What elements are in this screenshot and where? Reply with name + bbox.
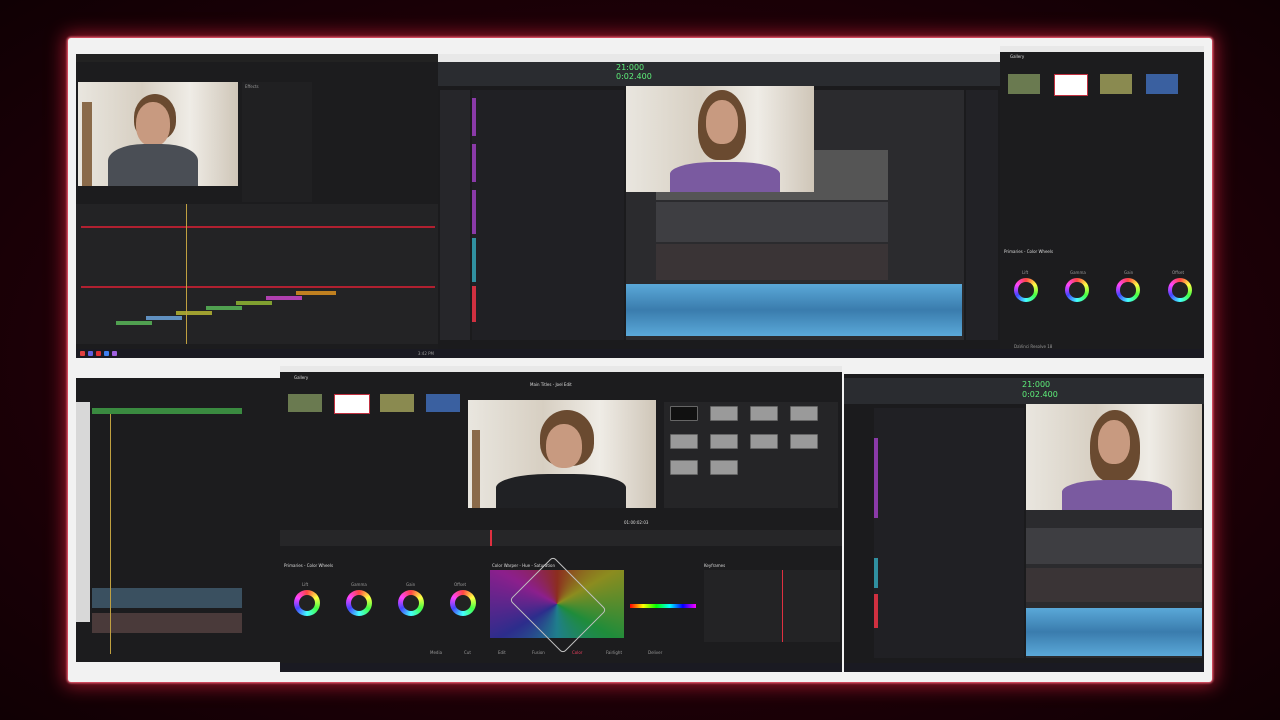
wheel-label-gamma: Gamma xyxy=(351,582,367,587)
offset-wheel[interactable] xyxy=(1168,278,1192,302)
viewer-timecode: 01:00:02:03 xyxy=(624,520,649,525)
gallery-stills xyxy=(288,394,468,414)
offset-wheel[interactable] xyxy=(450,590,476,616)
wheel-label-lift: Lift xyxy=(302,582,309,587)
taskbar xyxy=(280,663,842,672)
mixer-area xyxy=(472,90,624,340)
page-tab-deliver[interactable]: Deliver xyxy=(648,650,662,655)
effects-panel: Effects xyxy=(242,82,312,202)
hue-spectrum[interactable] xyxy=(630,604,696,608)
menu-bar xyxy=(438,54,1000,62)
bottom-left-screen xyxy=(76,378,280,662)
page-tabs: Media Cut Edit Fusion Color Fairlight De… xyxy=(430,650,730,658)
keyframes-title: Keyframes xyxy=(704,563,726,568)
project-title: Main Titles - Joel Edit xyxy=(530,382,572,387)
transport-bar: 21:000 0:02.400 xyxy=(844,378,1204,404)
top-toolbar xyxy=(76,54,438,62)
taskbar xyxy=(844,663,1204,672)
top-middle-screen: 21:000 0:02.400 xyxy=(438,54,1000,358)
sub-counter: 0:02.400 xyxy=(616,72,652,81)
keyframes-panel xyxy=(704,570,840,642)
sub-counter: 0:02.400 xyxy=(1022,390,1058,399)
wheel-label-gamma: Gamma xyxy=(1070,270,1086,275)
page-tab-fairlight[interactable]: Fairlight xyxy=(606,650,622,655)
lift-wheel[interactable] xyxy=(1014,278,1038,302)
page-tab-fusion[interactable]: Fusion xyxy=(532,650,545,655)
monitor-frame: Effects 3:42 PM 21:000 0:02.400 Gallery … xyxy=(68,38,1212,682)
mixer-area xyxy=(874,408,1024,658)
effects-panel-title: Effects xyxy=(245,84,259,89)
taskbar-clock: 3:42 PM xyxy=(417,351,434,356)
gamma-wheel[interactable] xyxy=(1065,278,1089,302)
top-right-screen: Gallery Primaries - Color Wheels Lift Ga… xyxy=(1000,46,1204,358)
taskbar: 3:42 PM xyxy=(76,349,438,358)
bottom-middle-screen: Gallery Main Titles - Joel Edit 01:00:02… xyxy=(280,366,842,672)
node-graph xyxy=(664,402,838,508)
wheel-label-lift: Lift xyxy=(1022,270,1029,275)
color-warper[interactable] xyxy=(490,556,624,654)
gallery-tab[interactable]: Gallery xyxy=(1010,54,1024,59)
page-tab-edit[interactable]: Edit xyxy=(498,650,506,655)
clip-timeline xyxy=(280,530,842,546)
track-list xyxy=(440,90,470,340)
main-counter: 21:000 xyxy=(616,63,645,72)
camera-overlay xyxy=(1026,404,1202,510)
page-tab-color[interactable]: Color xyxy=(572,650,582,655)
clips-panel xyxy=(966,90,998,340)
top-left-screen: Effects 3:42 PM xyxy=(76,54,438,358)
camera-overlay xyxy=(626,86,814,192)
wheel-label-gain: Gain xyxy=(1124,270,1134,275)
viewer xyxy=(468,400,656,508)
timeline xyxy=(76,204,438,344)
gain-wheel[interactable] xyxy=(398,590,424,616)
gallery-stills xyxy=(1008,74,1184,96)
taskbar xyxy=(1000,349,1204,358)
gamma-wheel[interactable] xyxy=(346,590,372,616)
wheel-label-offset: Offset xyxy=(1172,270,1185,275)
audio-waveform xyxy=(1026,608,1202,656)
wheel-label-gain: Gain xyxy=(406,582,416,587)
gain-wheel[interactable] xyxy=(1116,278,1140,302)
bottom-right-screen: 21:000 0:02.400 xyxy=(844,374,1204,672)
main-counter: 21:000 xyxy=(1022,380,1051,389)
lift-wheel[interactable] xyxy=(294,590,320,616)
taskbar xyxy=(438,349,1000,358)
transport-bar: 21:000 0:02.400 xyxy=(438,62,1000,86)
gallery-tab[interactable]: Gallery xyxy=(294,375,308,380)
page-tab-media[interactable]: Media xyxy=(430,650,442,655)
wheel-label-offset: Offset xyxy=(454,582,467,587)
primaries-title: Primaries - Color Wheels xyxy=(284,563,334,568)
camera-preview xyxy=(78,82,238,186)
color-wheels-title: Primaries - Color Wheels xyxy=(1004,249,1054,254)
page-tab-cut[interactable]: Cut xyxy=(464,650,471,655)
audio-waveform xyxy=(626,284,962,336)
